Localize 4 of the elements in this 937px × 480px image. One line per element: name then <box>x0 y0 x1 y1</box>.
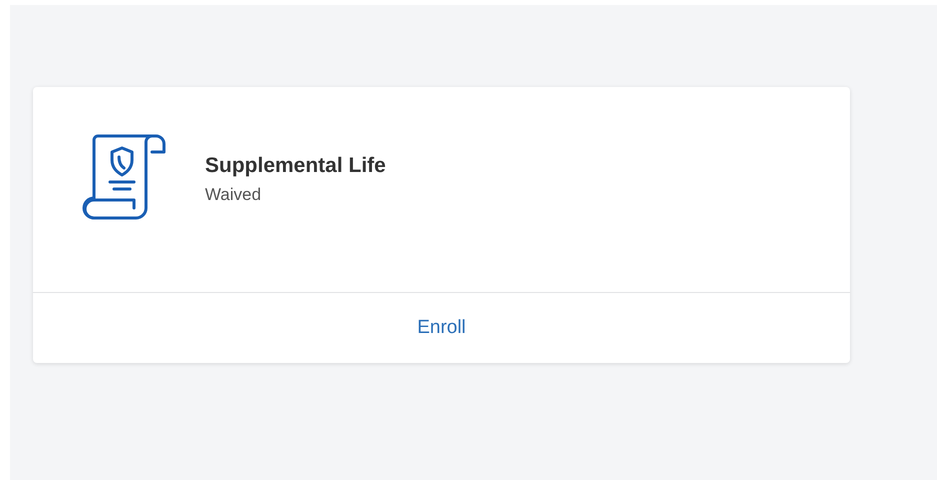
scroll-shield-icon <box>82 134 168 222</box>
benefit-status: Waived <box>205 185 262 205</box>
enroll-button[interactable]: Enroll <box>409 313 474 343</box>
benefit-title: Supplemental Life <box>205 154 386 178</box>
